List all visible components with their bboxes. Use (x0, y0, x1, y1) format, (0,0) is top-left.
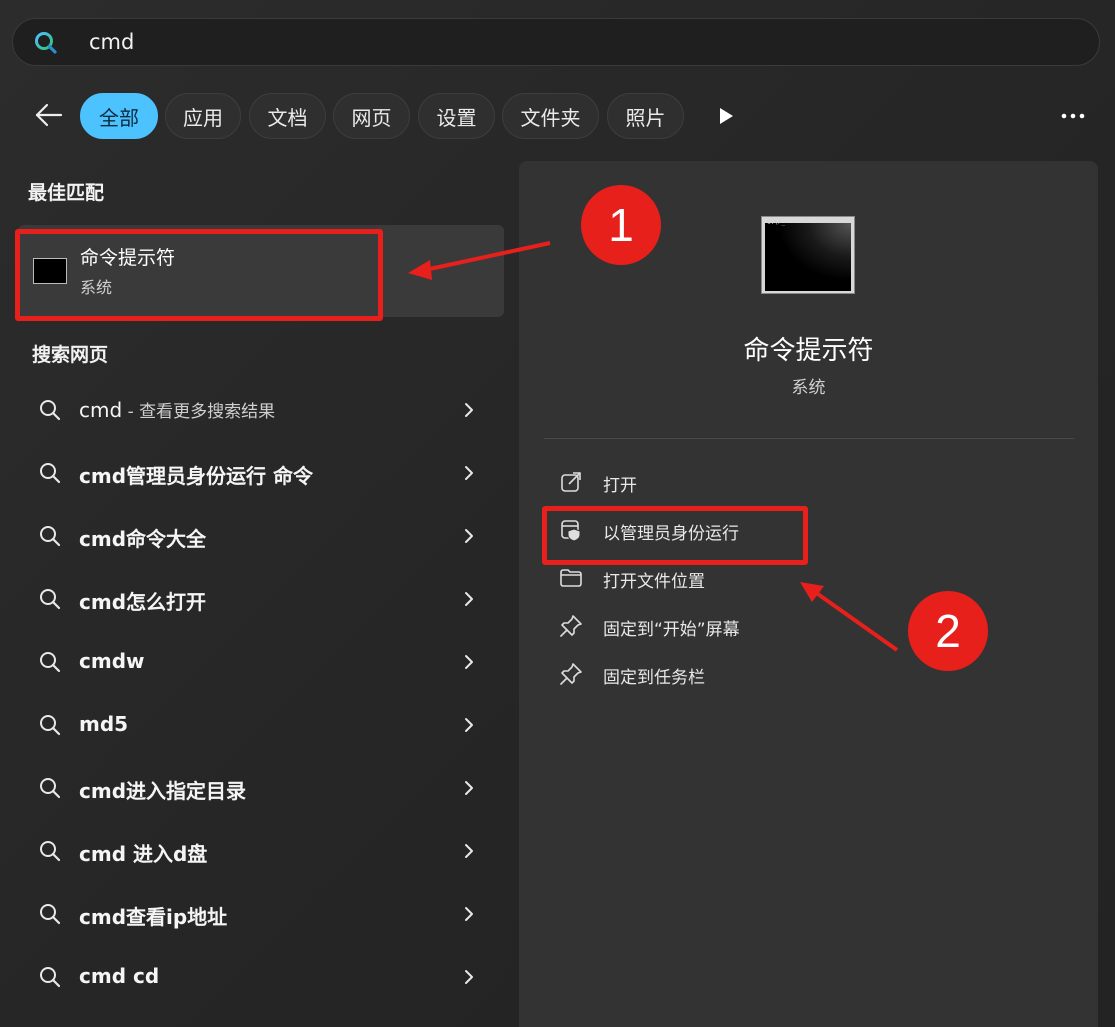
annotation-box-best-match (15, 229, 383, 321)
pin-icon (560, 615, 582, 637)
web-search-label: cmd命令大全 (79, 523, 206, 552)
search-icon (40, 589, 61, 610)
web-search-term: cmd 进入d盘 (79, 842, 208, 866)
detail-panel: C:\>_ 命令提示符 系统 打开 以管理员身份运行 打开文件位置 固定到“开始… (519, 161, 1098, 1027)
chip-label: 网页 (351, 105, 392, 130)
chevron-right-icon (465, 718, 473, 732)
search-icon (35, 32, 57, 54)
web-search-label: cmd 进入d盘 (79, 838, 207, 867)
chevron-right-icon (465, 655, 473, 669)
chip-label: 全部 (99, 105, 139, 130)
search-icon (40, 778, 61, 799)
chip-label: 设置 (436, 105, 477, 130)
chip-label: 文件夹 (520, 105, 581, 130)
web-search-term: cmd管理员身份运行 命令 (79, 464, 313, 488)
web-search-term: cmd怎么打开 (79, 590, 207, 614)
web-search-term: cmdw (79, 649, 145, 673)
web-search-item[interactable]: cmd查看ip地址 (18, 886, 504, 942)
annotation-badge-1: 1 (581, 185, 661, 265)
search-icon (40, 967, 61, 988)
chip-label: 应用 (183, 105, 223, 130)
chip-label: 照片 (625, 105, 666, 130)
annotation-badge-2: 2 (908, 591, 988, 671)
filter-chip-all[interactable]: 全部 (80, 93, 158, 139)
web-search-item[interactable]: md5 (18, 697, 504, 753)
action-pin-to-taskbar[interactable]: 固定到任务栏 (559, 656, 859, 692)
action-open[interactable]: 打开 (559, 464, 859, 500)
web-search-suffix: - 查看更多搜索结果 (122, 402, 276, 422)
back-arrow-icon[interactable] (34, 100, 64, 130)
search-icon (40, 652, 61, 673)
search-input[interactable]: cmd (89, 30, 134, 54)
search-bar[interactable]: cmd (12, 18, 1100, 66)
filter-chip-photos[interactable]: 照片 (607, 93, 684, 139)
web-search-label: cmd - 查看更多搜索结果 (79, 397, 275, 422)
search-icon (40, 400, 61, 421)
web-search-item[interactable]: cmd 进入d盘 (18, 823, 504, 879)
chevron-right-icon (465, 592, 473, 606)
chevron-right-icon (465, 466, 473, 480)
chevron-right-icon (465, 970, 473, 984)
action-label: 固定到任务栏 (603, 668, 705, 688)
web-search-term: cmd进入指定目录 (79, 779, 247, 803)
annotation-box-run-as-admin (542, 506, 808, 565)
web-search-term: cmd查看ip地址 (79, 905, 228, 929)
web-search-label: cmd进入指定目录 (79, 775, 246, 804)
chevron-right-icon (465, 781, 473, 795)
action-pin-to-start[interactable]: 固定到“开始”屏幕 (559, 608, 859, 644)
web-search-item[interactable]: cmd命令大全 (18, 508, 504, 564)
web-search-label: cmd cd (79, 964, 159, 988)
search-icon (40, 715, 61, 736)
web-search-term-light: cmd (79, 398, 123, 422)
web-search-term: md5 (79, 712, 129, 736)
web-search-item[interactable]: cmd怎么打开 (18, 571, 504, 627)
detail-subtitle: 系统 (791, 378, 826, 398)
command-prompt-large-icon: C:\>_ (761, 216, 855, 294)
divider (544, 438, 1074, 439)
web-search-term: cmd cd (79, 964, 160, 988)
scroll-right-play-icon[interactable] (716, 105, 736, 127)
filter-chip-settings[interactable]: 设置 (418, 93, 495, 139)
search-icon (40, 463, 61, 484)
filter-chip-folders[interactable]: 文件夹 (502, 93, 599, 139)
chip-label: 文档 (267, 105, 308, 130)
web-search-label: cmd查看ip地址 (79, 901, 227, 930)
folder-icon (560, 569, 582, 587)
filter-chip-documents[interactable]: 文档 (249, 93, 326, 139)
best-match-heading: 最佳匹配 (28, 182, 105, 204)
search-icon (40, 904, 61, 925)
filter-chip-apps[interactable]: 应用 (165, 93, 241, 139)
web-search-item[interactable]: cmd - 查看更多搜索结果 (18, 382, 504, 438)
search-icon (40, 526, 61, 547)
action-label: 打开文件位置 (603, 572, 705, 592)
web-search-item[interactable]: cmd进入指定目录 (18, 760, 504, 816)
web-search-label: md5 (79, 712, 128, 736)
chevron-right-icon (465, 844, 473, 858)
icon-prompt-text: C:\>_ (767, 219, 786, 226)
action-label: 打开 (603, 476, 637, 496)
web-search-item[interactable]: cmd管理员身份运行 命令 (18, 445, 504, 501)
chevron-right-icon (465, 907, 473, 921)
chevron-right-icon (465, 403, 473, 417)
action-open-file-location[interactable]: 打开文件位置 (559, 560, 859, 596)
detail-title: 命令提示符 (743, 336, 874, 366)
web-search-label: cmdw (79, 649, 145, 673)
action-label: 固定到“开始”屏幕 (603, 620, 740, 640)
search-icon (40, 841, 61, 862)
web-search-label: cmd管理员身份运行 命令 (79, 460, 313, 489)
pin-icon (560, 663, 582, 685)
chevron-right-icon (465, 529, 473, 543)
web-search-heading: 搜索网页 (32, 344, 109, 366)
web-search-item[interactable]: cmd cd (18, 949, 504, 1005)
filter-chip-web[interactable]: 网页 (333, 93, 410, 139)
more-options-icon[interactable] (1058, 104, 1088, 128)
open-external-icon (561, 472, 581, 492)
start-search-window: cmd 全部 应用 文档 网页 设置 文件夹 照片 最佳匹配 命令提示符 系统 … (0, 0, 1115, 1027)
web-search-item[interactable]: cmdw (18, 634, 504, 690)
web-search-label: cmd怎么打开 (79, 586, 206, 615)
web-search-term: cmd命令大全 (79, 527, 207, 551)
